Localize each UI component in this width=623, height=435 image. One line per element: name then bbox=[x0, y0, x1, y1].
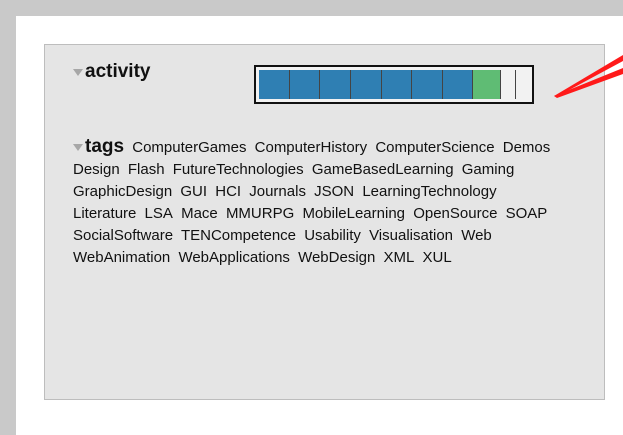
sidebar-panel: activity tags ComputerGames ComputerHist… bbox=[44, 44, 605, 400]
activity-segment-5 bbox=[381, 70, 413, 99]
tag-link[interactable]: XUL bbox=[423, 249, 452, 266]
activity-title-text: activity bbox=[85, 61, 151, 82]
tag-link[interactable]: FutureTechnologies bbox=[173, 161, 304, 178]
tag-link[interactable]: MMURPG bbox=[226, 205, 294, 222]
tag-link[interactable]: MobileLearning bbox=[302, 205, 405, 222]
tag-link[interactable]: SocialSoftware bbox=[73, 227, 173, 244]
tag-link[interactable]: GraphicDesign bbox=[73, 183, 172, 200]
tag-link[interactable]: Journals bbox=[249, 183, 306, 200]
tag-link[interactable]: XML bbox=[384, 249, 415, 266]
activity-segment-2 bbox=[289, 70, 321, 99]
tag-link[interactable]: HCI bbox=[215, 183, 241, 200]
tag-list: ComputerGames ComputerHistory ComputerSc… bbox=[73, 139, 554, 266]
tags-heading[interactable]: tags bbox=[73, 136, 124, 158]
activity-segment-8 bbox=[473, 70, 502, 99]
tag-link[interactable]: GUI bbox=[180, 183, 207, 200]
activity-segment-10 bbox=[515, 70, 530, 99]
activity-collapse-triangle-icon[interactable] bbox=[73, 69, 83, 76]
tag-link[interactable]: WebAnimation bbox=[73, 249, 170, 266]
tag-link[interactable]: TENCompetence bbox=[181, 227, 296, 244]
tag-link[interactable]: LearningTechnology bbox=[362, 183, 496, 200]
activity-segment-4 bbox=[350, 70, 382, 99]
tag-link[interactable]: ComputerGames bbox=[132, 139, 246, 156]
tag-link[interactable]: SOAP bbox=[506, 205, 548, 222]
tag-link[interactable]: Web bbox=[461, 227, 492, 244]
tag-link[interactable]: Visualisation bbox=[369, 227, 453, 244]
tag-link[interactable]: ComputerScience bbox=[375, 139, 494, 156]
tag-link[interactable]: Usability bbox=[304, 227, 361, 244]
activity-segment-7 bbox=[442, 70, 474, 99]
tag-link[interactable]: Literature bbox=[73, 205, 136, 222]
tag-link[interactable]: GameBasedLearning bbox=[312, 161, 454, 178]
tag-link[interactable]: LSA bbox=[145, 205, 173, 222]
tag-link[interactable]: Flash bbox=[128, 161, 165, 178]
tag-link[interactable]: Mace bbox=[181, 205, 218, 222]
tag-link[interactable]: WebDesign bbox=[298, 249, 375, 266]
top-frame bbox=[0, 0, 623, 16]
tag-link[interactable]: JSON bbox=[314, 183, 354, 200]
activity-heading[interactable]: activity bbox=[73, 61, 150, 83]
activity-segment-9 bbox=[501, 70, 516, 99]
tag-link[interactable]: OpenSource bbox=[413, 205, 497, 222]
tags-block: tags ComputerGames ComputerHistory Compu… bbox=[73, 136, 568, 269]
tag-link[interactable]: ComputerHistory bbox=[255, 139, 368, 156]
tag-link[interactable]: WebApplications bbox=[178, 249, 289, 266]
tag-link[interactable]: Demos bbox=[503, 139, 551, 156]
tags-title-text: tags bbox=[85, 136, 125, 157]
activity-segment-3 bbox=[320, 70, 351, 99]
activity-segment-1 bbox=[259, 70, 290, 99]
left-frame bbox=[0, 0, 16, 435]
activity-segment-6 bbox=[412, 70, 443, 99]
tags-collapse-triangle-icon[interactable] bbox=[73, 144, 83, 151]
activity-bar bbox=[254, 65, 534, 104]
tag-link[interactable]: Gaming bbox=[462, 161, 515, 178]
tag-link[interactable]: Design bbox=[73, 161, 120, 178]
